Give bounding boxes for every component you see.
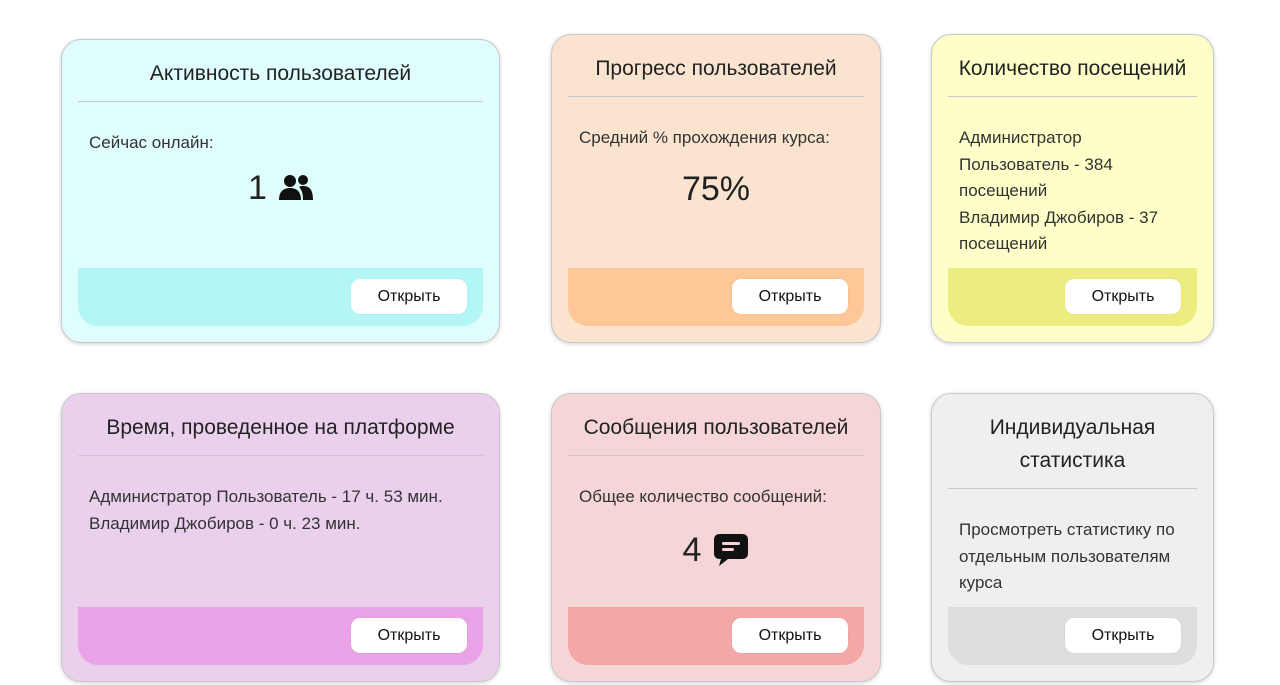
card-title: Индивидуальная статистика (948, 411, 1197, 477)
time-line: Администратор Пользователь - 17 ч. 53 ми… (89, 487, 443, 506)
progress-label: Средний % прохождения курса: (579, 128, 830, 147)
visits-line: Владимир Джобиров - 37 (959, 207, 1159, 227)
open-button[interactable]: Открыть (1065, 279, 1181, 314)
messages-count: 4 (682, 531, 702, 569)
visits-line: посещений (959, 234, 1048, 253)
card-footer: Открыть (568, 607, 864, 665)
individual-description: Просмотреть статистику по отдельным поль… (959, 517, 1201, 597)
online-count-row: 1 (62, 168, 499, 208)
description-line: Просмотреть статистику по (959, 520, 1175, 539)
open-button[interactable]: Открыть (351, 279, 467, 314)
online-count: 1 (248, 169, 267, 207)
card-title-line: статистика (1019, 449, 1126, 472)
card-footer: Открыть (78, 268, 483, 326)
description-line: курса (959, 573, 1003, 592)
card-title: Время, проведенное на платформе (106, 416, 455, 439)
open-button[interactable]: Открыть (732, 279, 848, 314)
card-title: Прогресс пользователей (595, 57, 837, 80)
visits-line: Администратор (959, 128, 1082, 147)
visits-card: Количество посещений Администратор Польз… (931, 34, 1214, 343)
message-icon (714, 534, 749, 566)
card-footer: Открыть (78, 607, 483, 665)
individual-stats-card: Индивидуальная статистика Просмотреть ст… (931, 393, 1214, 682)
card-title-line: Индивидуальная (989, 416, 1156, 439)
visits-line: Пользователь - 384 (959, 154, 1113, 174)
card-divider (78, 101, 483, 102)
card-title: Сообщения пользователей (583, 416, 849, 439)
card-divider (948, 96, 1197, 97)
time-card: Время, проведенное на платформе Админист… (61, 393, 500, 682)
open-button[interactable]: Открыть (732, 618, 848, 653)
card-divider (78, 455, 483, 456)
time-line: Владимир Джобиров - 0 ч. 23 мин. (89, 513, 361, 533)
messages-label: Общее количество сообщений: (579, 487, 827, 506)
card-footer: Открыть (568, 268, 864, 326)
users-icon (278, 175, 313, 200)
open-button[interactable]: Открыть (1065, 618, 1181, 653)
open-button[interactable]: Открыть (351, 618, 467, 653)
visits-line: посещений (959, 181, 1048, 200)
card-footer: Открыть (948, 607, 1197, 665)
messages-card: Сообщения пользователей Общее количество… (551, 393, 881, 682)
card-title: Активность пользователей (149, 62, 412, 85)
card-divider (568, 455, 864, 456)
card-title: Количество посещений (958, 57, 1187, 80)
messages-count-row: 4 (552, 530, 880, 570)
online-label: Сейчас онлайн: (89, 133, 214, 152)
card-divider (568, 96, 864, 97)
activity-card: Активность пользователей Сейчас онлайн: … (61, 39, 500, 343)
description-line: отдельным пользователям (959, 546, 1171, 566)
card-divider (948, 488, 1197, 489)
progress-value: 75% (681, 170, 751, 208)
card-footer: Открыть (948, 268, 1197, 326)
time-list: Администратор Пользователь - 17 ч. 53 ми… (89, 484, 487, 537)
progress-card: Прогресс пользователей Средний % прохожд… (551, 34, 881, 343)
visits-list: Администратор Пользователь - 384 посещен… (959, 125, 1201, 258)
